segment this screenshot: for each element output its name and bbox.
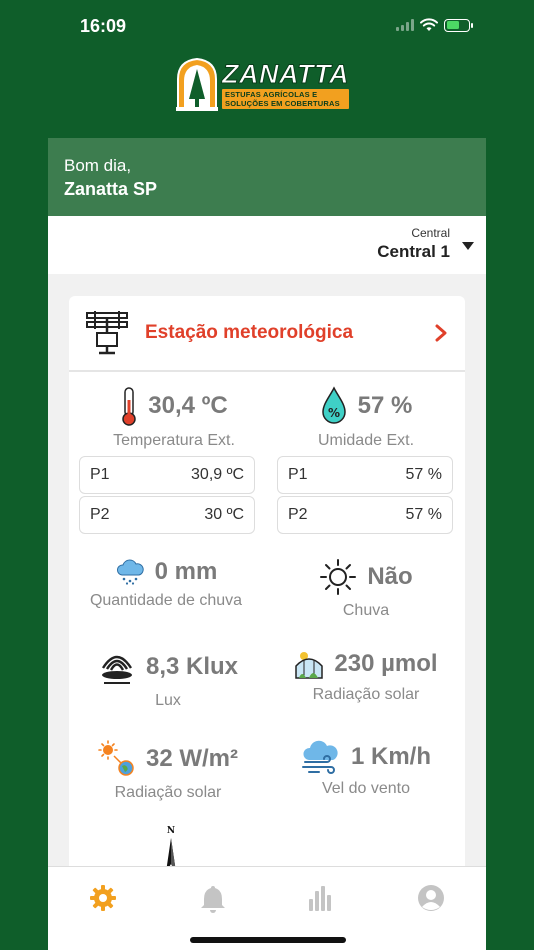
gear-icon[interactable]: [88, 883, 118, 913]
sensor-value: 30,9 ºC: [191, 466, 244, 483]
humidity-value: 57 %: [357, 392, 413, 419]
main-panel: Bom dia, Zanatta SP Central Central 1 Es…: [48, 138, 486, 950]
sensor-name: P2: [288, 506, 308, 523]
temp-sensor-p2: P2 30 ºC: [79, 496, 255, 534]
greeting-salutation: Bom dia,: [64, 156, 132, 175]
par-label: Radiação solar: [312, 686, 420, 703]
logo-subtitle-line2: SOLUÇÕES EM COBERTURAS: [225, 99, 340, 108]
sun-icon: [320, 559, 357, 595]
status-time: 16:09: [80, 16, 127, 36]
wind-value: 1 Km/h: [350, 743, 431, 770]
battery-icon: [444, 18, 473, 32]
par-metric: 230 µmol Radiação solar: [271, 648, 461, 704]
logo-subtitle: ESTUFAS AGRÍCOLAS E SOLUÇÕES EM COBERTUR…: [222, 89, 349, 109]
thermometer-icon: [122, 387, 136, 426]
user-icon[interactable]: [416, 883, 446, 913]
greeting-user-name: Zanatta SP: [64, 179, 158, 199]
greenhouse-logo-icon: [176, 57, 218, 111]
wind-label: Vel do vento: [321, 780, 411, 797]
irradiance-label: Radiação solar: [114, 784, 222, 801]
home-indicator: [190, 937, 346, 943]
compass-north-label: N: [167, 826, 175, 836]
bottom-nav: [48, 866, 486, 950]
temperature-metric: 30,4 ºC Temperatura Ext.: [79, 386, 269, 450]
rain-amount-value: 0 mm: [154, 558, 218, 585]
bell-icon[interactable]: [198, 883, 228, 913]
temperature-label: Temperatura Ext.: [113, 432, 235, 449]
rain-amount-label: Quantidade de chuva: [89, 592, 243, 609]
central-caption: Central: [411, 226, 450, 240]
bar-chart-icon[interactable]: [306, 883, 336, 913]
logo-subtitle-line1: ESTUFAS AGRÍCOLAS E: [225, 90, 318, 99]
chevron-down-icon[interactable]: [462, 242, 474, 250]
par-value: 230 µmol: [334, 650, 438, 677]
rain-amount-metric: 0 mm Quantidade de chuva: [71, 558, 261, 610]
status-bar: 16:09: [0, 0, 534, 52]
sensor-name: P1: [90, 466, 110, 483]
lux-value: 8,3 Klux: [145, 653, 239, 680]
lux-label: Lux: [155, 692, 181, 709]
central-selector[interactable]: Central Central 1: [48, 216, 486, 274]
central-selected-value[interactable]: Central 1: [377, 242, 450, 262]
logo-title: ZANATTA: [222, 59, 349, 89]
sensor-name: P1: [288, 466, 308, 483]
svg-text:%: %: [328, 406, 340, 420]
lux-metric: 8,3 Klux Lux: [73, 648, 263, 710]
compass-icon: N: [166, 826, 176, 872]
sensor-value: 57 %: [405, 466, 442, 483]
wind-metric: 1 Km/h Vel do vento: [271, 740, 461, 798]
greeting-header: Bom dia, Zanatta SP: [48, 138, 486, 216]
cellular-signal-icon: [396, 19, 414, 31]
weather-station-card: Estação meteorológica 30,4 ºC Temperatur…: [69, 296, 465, 916]
humidity-sensor-p1: P1 57 %: [277, 456, 453, 494]
rain-cloud-icon: [116, 559, 144, 585]
humidity-metric: % 57 % Umidade Ext.: [271, 386, 461, 450]
rain-metric: Não Chuva: [271, 558, 461, 620]
wind-cloud-icon: [301, 740, 338, 774]
sensor-name: P2: [90, 506, 110, 523]
weather-station-link[interactable]: Estação meteorológica: [69, 296, 465, 372]
temp-sensor-p1: P1 30,9 ºC: [79, 456, 255, 494]
irradiance-metric: 32 W/m² Radiação solar: [73, 740, 263, 802]
greenhouse-sun-icon: [295, 652, 324, 679]
humidity-sensor-p2: P2 57 %: [277, 496, 453, 534]
weather-station-icon: [86, 311, 128, 355]
brand-logo: ZANATTA ESTUFAS AGRÍCOLAS E SOLUÇÕES EM …: [174, 56, 360, 114]
sensor-value: 30 ºC: [204, 506, 244, 523]
rain-value: Não: [367, 563, 413, 590]
weather-station-title: Estação meteorológica: [145, 322, 354, 343]
humidity-label: Umidade Ext.: [317, 432, 415, 449]
status-icons: [396, 18, 473, 32]
sun-earth-icon: [98, 740, 134, 776]
lux-sensor-icon: [101, 655, 132, 684]
chevron-right-icon[interactable]: [431, 323, 451, 343]
sensor-value: 57 %: [405, 506, 442, 523]
irradiance-value: 32 W/m²: [145, 745, 238, 772]
rain-label: Chuva: [342, 602, 390, 619]
wifi-icon: [420, 18, 438, 31]
humidity-drop-icon: %: [321, 386, 346, 424]
temperature-value: 30,4 ºC: [148, 392, 228, 419]
